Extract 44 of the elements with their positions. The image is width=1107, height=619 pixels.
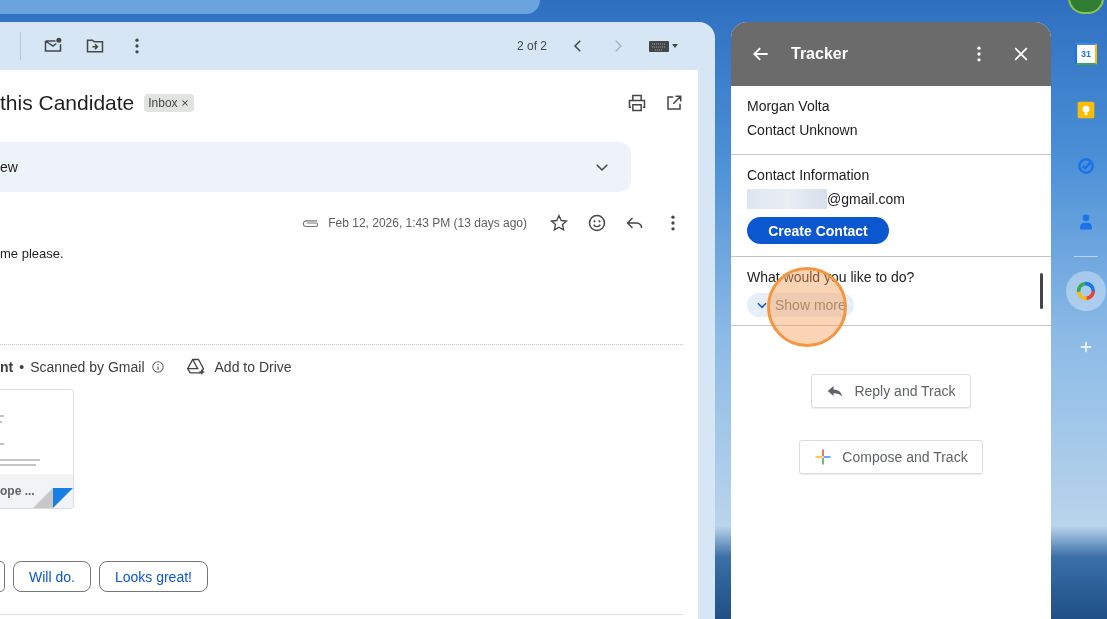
lightbulb-icon	[1076, 100, 1096, 120]
calendar-icon: 31	[1075, 43, 1097, 65]
side-app-button[interactable]	[1066, 271, 1106, 311]
label-chip[interactable]: Inbox	[144, 94, 194, 112]
close-icon[interactable]	[179, 98, 190, 108]
smart-reply-chip[interactable]: Looks great!	[98, 561, 208, 592]
timestamp: Feb 12, 2026, 1:43 PM (13 days ago)	[328, 216, 527, 230]
attachment-card[interactable]: ope ...	[0, 389, 74, 509]
move-to-folder-icon[interactable]	[85, 36, 105, 56]
collapsed-message[interactable]: ew	[0, 142, 631, 192]
smart-reply-chip[interactable]: Will do.	[13, 561, 91, 592]
selection-bar	[1040, 273, 1043, 309]
email-subject: this Candidate	[0, 91, 135, 115]
email-domain: @gmail.com	[827, 191, 905, 207]
side-app-button[interactable]: 31	[1066, 34, 1106, 74]
emoji-icon[interactable]	[587, 213, 607, 233]
print-icon[interactable]	[627, 93, 647, 113]
attachment-heading: nt	[0, 359, 14, 375]
file-name: ope ...	[0, 484, 35, 498]
create-contact-button[interactable]: Create Contact	[747, 217, 889, 244]
keyboard-icon[interactable]	[649, 39, 679, 53]
reply-and-track-button[interactable]: Reply and Track	[811, 374, 971, 408]
section-heading: Contact Information	[747, 167, 871, 183]
plus-icon	[814, 448, 833, 466]
message-snippet: ew	[0, 159, 18, 175]
scan-notice: Scanned by Gmail	[30, 359, 145, 375]
paperclip-icon	[302, 217, 321, 229]
open-in-new-icon[interactable]	[665, 94, 683, 112]
add-to-drive-button[interactable]: Add to Drive	[184, 357, 292, 377]
file-corner-icon	[33, 488, 73, 508]
info-icon[interactable]	[150, 360, 165, 374]
pager-count: 2 of 2	[516, 39, 547, 53]
separator-dot: •	[19, 359, 25, 375]
panel-title: Tracker	[791, 45, 848, 63]
plus-icon	[1078, 339, 1094, 355]
contact-name: Morgan Volta	[747, 98, 831, 114]
check-circle-icon	[1076, 156, 1096, 176]
compose-and-track-button[interactable]: Compose and Track	[799, 440, 983, 474]
star-icon[interactable]	[549, 213, 569, 233]
drive-icon	[184, 357, 207, 377]
contact-status: Contact Unknown	[747, 122, 859, 138]
ring-logo-icon	[1075, 280, 1097, 302]
reply-icon	[826, 383, 845, 399]
message-body: me please.	[0, 246, 65, 263]
